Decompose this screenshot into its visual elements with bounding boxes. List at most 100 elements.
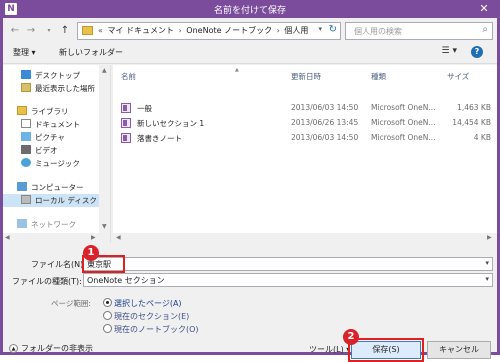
new-folder-button[interactable]: 新しいフォルダー (59, 47, 123, 58)
file-date: 2013/06/03 14:50 (291, 103, 359, 112)
scroll-right-icon[interactable]: ▶ (487, 234, 492, 241)
cancel-button[interactable]: キャンセル (427, 341, 491, 359)
nav-item-documents[interactable]: ドキュメント (3, 118, 103, 131)
nav-item-label: ピクチャ (35, 133, 65, 142)
local-disk-icon (21, 195, 31, 204)
nav-item-label: ローカル ディスク (C (35, 196, 108, 205)
nav-item-label: ネットワーク (31, 220, 76, 229)
organize-button[interactable]: 整理 ▾ (13, 47, 36, 58)
address-bar[interactable]: « マイ ドキュメント › OneNote ノートブック › 個人用 ▾ ↻ (77, 22, 341, 40)
refresh-icon[interactable]: ↻ (329, 24, 337, 35)
music-icon (21, 158, 31, 167)
computer-icon (17, 182, 27, 191)
view-options-icon[interactable]: ☰ ▾ (442, 46, 457, 56)
breadcrumb-item[interactable]: マイ ドキュメント (107, 26, 174, 35)
column-header-type[interactable]: 種類 (371, 71, 386, 82)
desktop-icon (21, 70, 31, 79)
radio-current-notebook[interactable] (103, 324, 112, 333)
chevron-down-icon[interactable]: ▾ (485, 259, 489, 267)
scroll-down-icon[interactable]: ▼ (102, 223, 107, 230)
back-arrow-icon[interactable]: ← (9, 24, 21, 38)
nav-item-library[interactable]: ライブラリ (3, 105, 103, 118)
file-row[interactable]: 一般 2013/06/03 14:50 Microsoft OneN... 1,… (113, 101, 497, 115)
file-horizontal-scrollbar[interactable]: ◀ ▶ (113, 233, 497, 243)
tools-button[interactable]: ツール(L) ▾ (309, 344, 350, 355)
scroll-up-icon[interactable]: ▲ (102, 67, 107, 74)
nav-item-label: デスクトップ (35, 71, 80, 80)
hide-folders-label: フォルダーの非表示 (21, 344, 93, 353)
radio-selected-pages-label[interactable]: 選択したページ(A) (114, 298, 182, 309)
file-size: 14,454 KB (452, 118, 491, 127)
nav-item-pictures[interactable]: ピクチャ (3, 131, 103, 144)
nav-item-label: ドキュメント (35, 120, 80, 129)
help-icon[interactable]: ? (471, 46, 483, 58)
scroll-left-icon[interactable]: ◀ (116, 234, 121, 241)
sort-arrow-icon: ▲ (235, 67, 239, 73)
nav-item-label: ビデオ (35, 146, 58, 155)
address-dropdown-icon[interactable]: ▾ (318, 25, 322, 33)
column-header-size[interactable]: サイズ (447, 71, 469, 82)
chevron-up-icon: ▲ (9, 344, 18, 353)
radio-selected-pages[interactable] (103, 298, 112, 307)
breadcrumb-item[interactable]: 個人用 (284, 26, 308, 35)
filename-field[interactable]: 東京駅 ▾ (83, 257, 493, 271)
file-list: ▲ 名前 更新日時 種類 サイズ 一般 2013/06/03 14:50 Mic… (113, 65, 497, 243)
pictures-icon (21, 132, 31, 141)
recent-dropdown-icon[interactable]: ▾ (43, 24, 55, 38)
title-bar: N 名前を付けて保存 ✕ (0, 0, 500, 18)
nav-horizontal-scrollbar[interactable]: ◀ ▶ (3, 233, 99, 243)
nav-item-music[interactable]: ミュージック (3, 157, 103, 170)
close-button[interactable]: ✕ (473, 2, 495, 16)
filename-label: ファイル名(N): (31, 260, 86, 269)
onenote-section-icon (121, 118, 131, 128)
folder-icon (82, 26, 93, 35)
annotation-badge-2: 2 (343, 329, 359, 345)
radio-current-section-label[interactable]: 現在のセクション(E) (114, 311, 189, 322)
up-arrow-icon[interactable]: ↑ (59, 24, 71, 38)
recent-places-icon (21, 83, 31, 92)
search-box[interactable]: 個人用の検索 ⌕ (345, 22, 493, 40)
scroll-right-icon[interactable]: ▶ (91, 234, 96, 241)
nav-item-label: 最近表示した場所 (35, 84, 95, 93)
breadcrumb-separator[interactable]: › (179, 26, 182, 35)
nav-item-network[interactable]: ネットワーク (3, 218, 103, 231)
hide-folders-button[interactable]: ▲ フォルダーの非表示 (9, 343, 93, 354)
file-name: 新しいセクション 1 (137, 119, 205, 128)
address-row: ← → ▾ ↑ « マイ ドキュメント › OneNote ノートブック › 個… (3, 21, 497, 41)
annotation-badge-1: 1 (83, 245, 99, 261)
file-row[interactable]: 落書きノート 2013/06/03 14:50 Microsoft OneN..… (113, 131, 497, 145)
file-name: 落書きノート (137, 134, 182, 143)
save-dialog: N 名前を付けて保存 ✕ ← → ▾ ↑ « マイ ドキュメント › OneNo… (0, 0, 500, 362)
search-input[interactable]: 個人用の検索 (354, 26, 402, 37)
filetype-select[interactable]: OneNote セクション ▾ (83, 273, 493, 287)
forward-arrow-icon[interactable]: → (25, 24, 37, 38)
chevron-down-icon[interactable]: ▾ (485, 275, 489, 283)
dialog-client: ← → ▾ ↑ « マイ ドキュメント › OneNote ノートブック › 個… (3, 18, 497, 362)
breadcrumb-item[interactable]: OneNote ノートブック (186, 26, 272, 35)
breadcrumb-overflow[interactable]: « (98, 26, 103, 35)
nav-item-local-disk[interactable]: ローカル ディスク (C (3, 194, 107, 207)
column-header-name[interactable]: 名前 (121, 71, 136, 82)
file-name: 一般 (137, 104, 152, 113)
save-options-area: ファイル名(N): 東京駅 ▾ ファイルの種類(T): OneNote セクショ… (3, 243, 497, 362)
network-icon (17, 219, 27, 228)
window-title: 名前を付けて保存 (213, 6, 286, 16)
search-icon[interactable]: ⌕ (482, 24, 488, 35)
nav-item-computer[interactable]: コンピューター (3, 181, 103, 194)
radio-current-section[interactable] (103, 311, 112, 320)
filetype-value: OneNote セクション (87, 276, 165, 285)
tools-label: ツール(L) (309, 345, 344, 354)
column-header-date[interactable]: 更新日時 (291, 71, 321, 82)
scroll-left-icon[interactable]: ◀ (5, 234, 10, 241)
file-row[interactable]: 新しいセクション 1 2013/06/26 13:45 Microsoft On… (113, 116, 497, 130)
breadcrumb-separator[interactable]: › (277, 26, 280, 35)
radio-current-notebook-label[interactable]: 現在のノートブック(O) (114, 324, 199, 335)
nav-item-recent-places[interactable]: 最近表示した場所 (3, 82, 103, 95)
nav-vertical-scrollbar[interactable]: ▲ ▼ (99, 65, 110, 243)
nav-item-videos[interactable]: ビデオ (3, 144, 103, 157)
save-highlight-box (348, 338, 424, 362)
nav-item-desktop[interactable]: デスクトップ (3, 69, 103, 82)
file-size: 1,463 KB (457, 103, 491, 112)
videos-icon (21, 145, 31, 154)
nav-item-label: ライブラリ (31, 107, 69, 116)
